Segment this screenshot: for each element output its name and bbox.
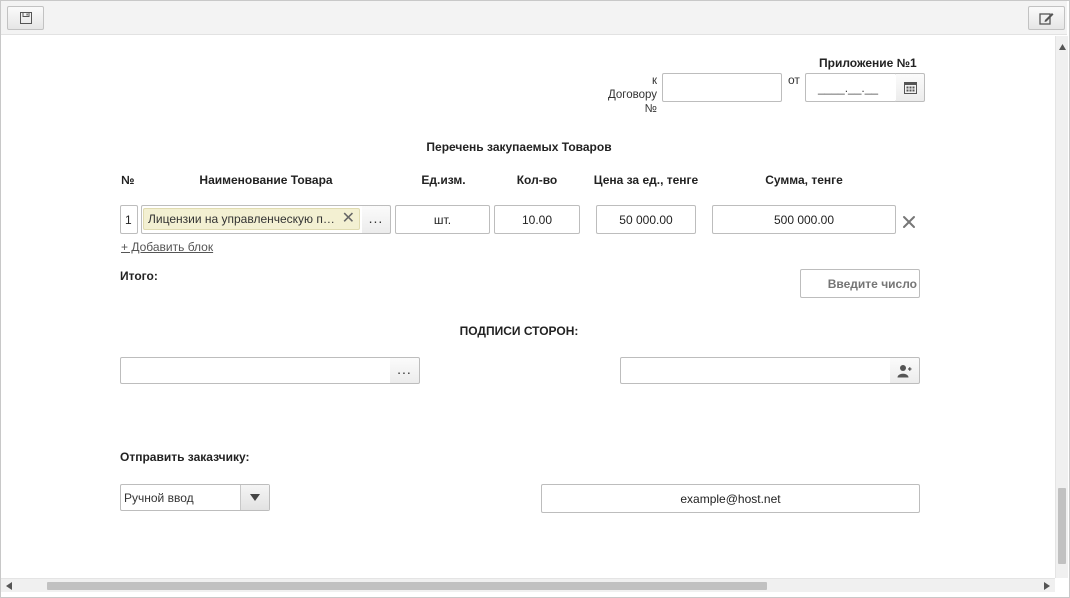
left-signature-field[interactable] bbox=[120, 357, 391, 384]
delete-row-icon[interactable] bbox=[902, 215, 916, 229]
total-input[interactable] bbox=[800, 269, 920, 298]
quantity-field[interactable]: 10.00 bbox=[494, 205, 580, 234]
horizontal-scrollbar[interactable] bbox=[1, 578, 1055, 592]
send-mode-value: Ручной ввод bbox=[124, 491, 194, 505]
vertical-scrollbar[interactable] bbox=[1055, 36, 1068, 578]
save-button[interactable] bbox=[7, 6, 44, 30]
send-to-customer-label: Отправить заказчику: bbox=[120, 450, 250, 464]
send-mode-dropdown-button[interactable] bbox=[240, 485, 269, 510]
user-icon bbox=[897, 364, 912, 377]
edit-icon bbox=[1039, 13, 1054, 25]
edit-button[interactable] bbox=[1028, 6, 1065, 30]
toolbar bbox=[1, 1, 1067, 35]
col-header-price: Цена за ед., тенге bbox=[593, 173, 699, 187]
sum-field[interactable]: 500 000.00 bbox=[712, 205, 896, 234]
right-signature-user-button[interactable] bbox=[890, 357, 920, 384]
appendix-title: Приложение №1 bbox=[819, 56, 917, 70]
col-header-sum: Сумма, тенге bbox=[765, 173, 843, 187]
date-input[interactable]: ____.__.__ bbox=[805, 73, 897, 102]
price-field[interactable]: 50 000.00 bbox=[596, 205, 696, 234]
document-area: Приложение №1 к Договору № от ____.__.__… bbox=[1, 36, 1055, 578]
row-number-field[interactable]: 1 bbox=[120, 205, 138, 234]
col-header-number: № bbox=[121, 173, 135, 187]
goods-list-title: Перечень закупаемых Товаров bbox=[426, 140, 612, 154]
date-from-label: от bbox=[788, 73, 800, 87]
chevron-down-icon bbox=[250, 494, 260, 501]
ellipsis-icon: ... bbox=[397, 360, 412, 377]
contract-label: к Договору № bbox=[607, 75, 657, 115]
goods-name-tag: Лицензии на управленческую пл... ✕ bbox=[143, 208, 360, 230]
col-header-name: Наименование Товара bbox=[199, 173, 333, 187]
col-header-qty: Кол-во bbox=[516, 173, 558, 187]
total-label: Итого: bbox=[120, 269, 158, 283]
scroll-right-icon[interactable] bbox=[1044, 582, 1050, 590]
left-signature-select-button[interactable]: ... bbox=[390, 357, 420, 384]
horizontal-scroll-thumb[interactable] bbox=[47, 582, 767, 590]
add-block-link[interactable]: + Добавить блок bbox=[121, 240, 213, 254]
scroll-up-icon[interactable] bbox=[1059, 44, 1066, 50]
col-header-unit: Ед.изм. bbox=[421, 173, 466, 187]
scroll-left-icon[interactable] bbox=[6, 582, 12, 590]
remove-tag-icon[interactable]: ✕ bbox=[342, 211, 355, 227]
vertical-scroll-thumb[interactable] bbox=[1058, 488, 1066, 564]
calendar-button[interactable] bbox=[896, 73, 925, 102]
right-signature-field[interactable] bbox=[620, 357, 891, 384]
email-field[interactable]: example@host.net bbox=[541, 484, 920, 513]
unit-field[interactable]: шт. bbox=[395, 205, 490, 234]
save-icon bbox=[19, 12, 32, 24]
goods-name-text: Лицензии на управленческую пл... bbox=[148, 212, 338, 226]
send-mode-select[interactable]: Ручной ввод bbox=[120, 484, 270, 511]
calendar-icon bbox=[903, 82, 917, 94]
signatures-title: ПОДПИСИ СТОРОН: bbox=[459, 324, 579, 338]
ellipsis-icon: ... bbox=[368, 209, 384, 226]
goods-select-button[interactable]: ... bbox=[362, 205, 391, 234]
contract-number-input[interactable] bbox=[662, 73, 782, 102]
